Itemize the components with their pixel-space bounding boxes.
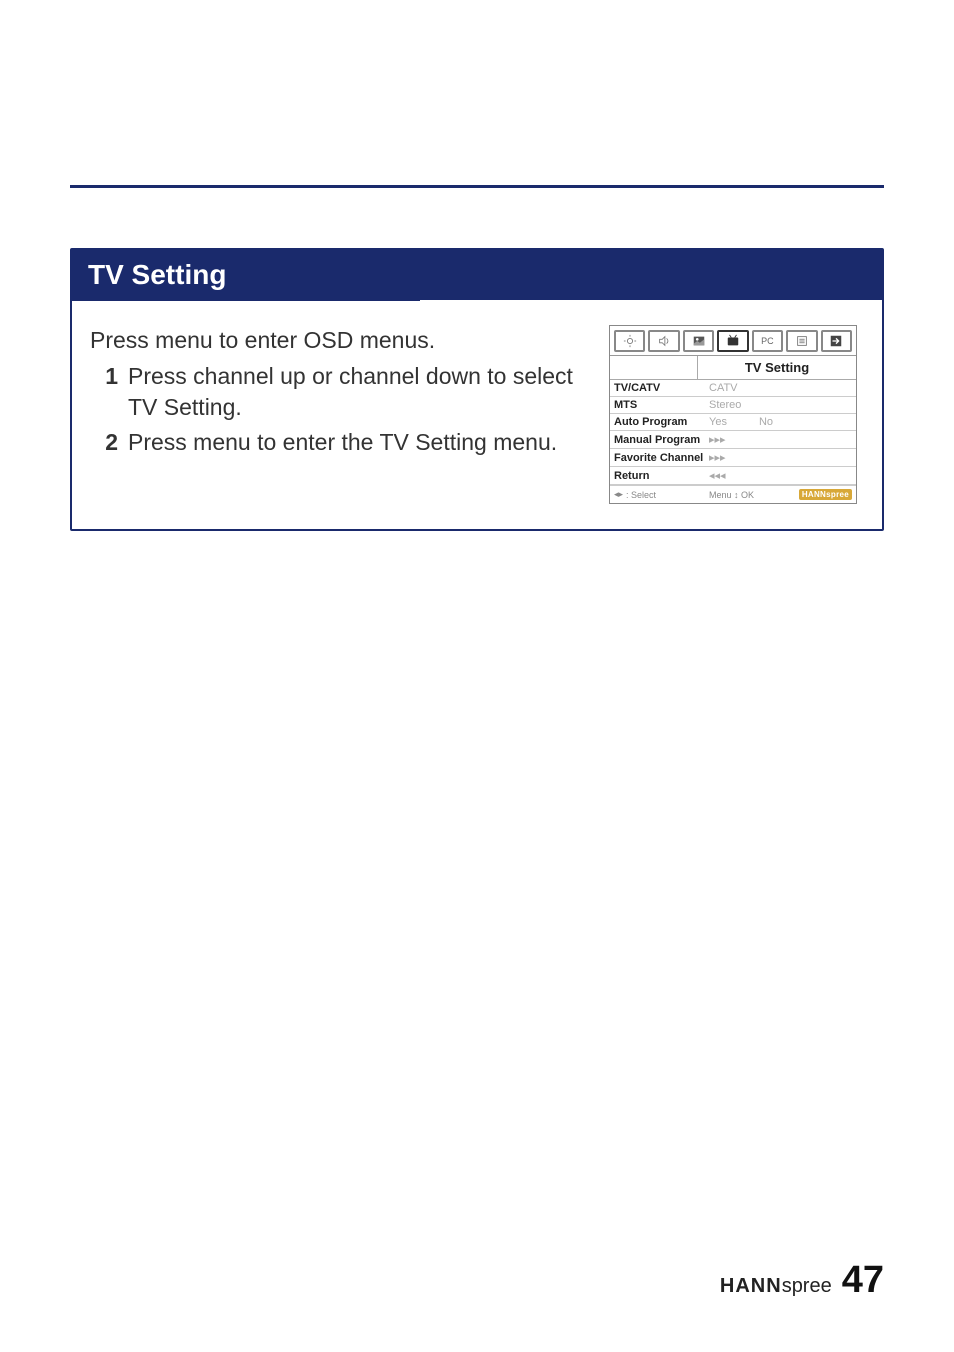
osd-tab-pc: PC [752, 330, 783, 352]
osd-value: Yes [709, 416, 727, 428]
osd-value-2: No [759, 416, 773, 428]
instruction-column: Press menu to enter OSD menus. 1 Press c… [90, 325, 584, 504]
step-text: Press menu to enter the TV Setting menu. [128, 427, 584, 458]
osd-arrow-left-icon: ◂◂◂ [709, 469, 726, 482]
osd-footer-menu: Menu ↕ OK [709, 490, 799, 500]
osd-tab-sound-icon [648, 330, 679, 352]
step-text: Press channel up or channel down to sele… [128, 361, 584, 423]
brand-part-1: HANN [720, 1275, 782, 1297]
osd-label: Auto Program [614, 416, 709, 428]
osd-row-tv-catv: TV/CATV CATV [610, 380, 856, 397]
osd-tab-row: PC [610, 326, 856, 356]
step-number: 1 [90, 361, 118, 423]
section-header-strip: TV Setting [72, 250, 882, 300]
osd-row-favorite-channel: Favorite Channel ▸▸▸ [610, 449, 856, 467]
brand-part-2: spree [782, 1275, 832, 1297]
osd-title: TV Setting [698, 356, 856, 380]
osd-tab-picture-icon [683, 330, 714, 352]
osd-value: Stereo [709, 399, 741, 411]
top-divider [70, 185, 884, 188]
intro-text: Press menu to enter OSD menus. [90, 325, 584, 356]
osd-footer: ◂▸ : Select Menu ↕ OK HANNspree [610, 485, 856, 503]
osd-label: MTS [614, 399, 709, 411]
osd-label: Return [614, 470, 709, 482]
step-item: 2 Press menu to enter the TV Setting men… [90, 427, 584, 458]
osd-row-auto-program: Auto Program Yes No [610, 414, 856, 431]
osd-select-arrows-icon: ◂▸ [614, 489, 623, 500]
osd-arrow-right-icon: ▸▸▸ [709, 451, 726, 464]
osd-row-return: Return ◂◂◂ [610, 467, 856, 485]
osd-screenshot: PC TV Setting TV/CATV C [609, 325, 857, 504]
osd-footer-brand: HANNspree [799, 489, 852, 500]
step-number: 2 [90, 427, 118, 458]
content-box: TV Setting Press menu to enter OSD menus… [70, 248, 884, 531]
osd-label: TV/CATV [614, 382, 709, 394]
section-title: TV Setting [72, 249, 420, 301]
osd-tab-brightness-icon [614, 330, 645, 352]
osd-tab-option-icon [786, 330, 817, 352]
osd-row-manual-program: Manual Program ▸▸▸ [610, 431, 856, 449]
page-footer: HANNspree 47 [70, 1229, 884, 1302]
page-number: 47 [842, 1259, 884, 1302]
osd-tab-exit-icon [821, 330, 852, 352]
step-item: 1 Press channel up or channel down to se… [90, 361, 584, 423]
osd-footer-select: : Select [626, 490, 656, 500]
osd-arrow-right-icon: ▸▸▸ [709, 433, 726, 446]
osd-row-mts: MTS Stereo [610, 397, 856, 414]
osd-label: Manual Program [614, 434, 709, 446]
osd-tab-pc-label: PC [761, 336, 774, 346]
osd-value: CATV [709, 382, 738, 394]
osd-tab-tv-icon [717, 330, 748, 352]
brand-logo: HANNspree [720, 1275, 832, 1298]
osd-label: Favorite Channel [614, 452, 709, 464]
